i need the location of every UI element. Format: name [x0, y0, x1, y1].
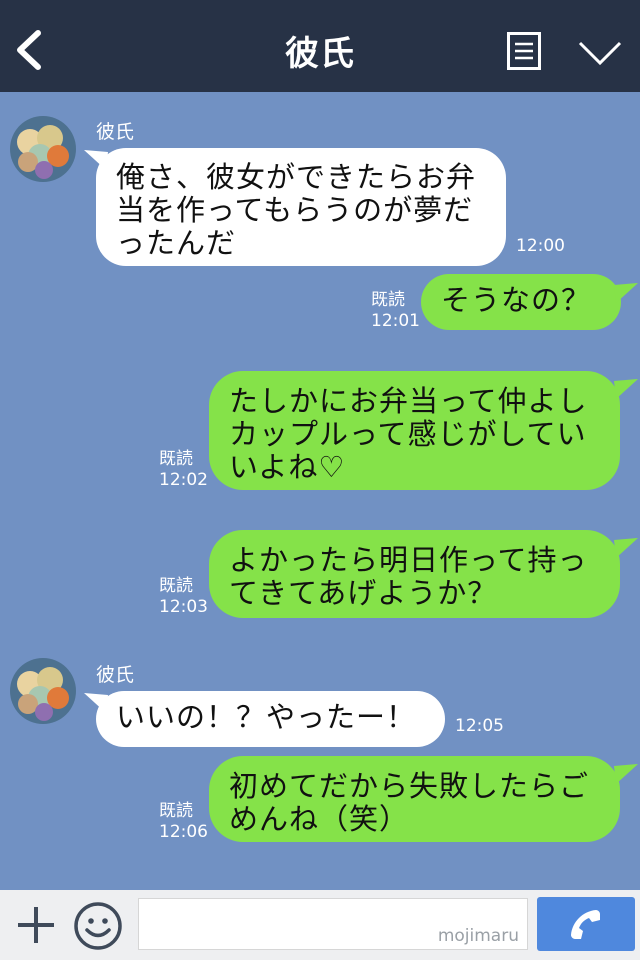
- call-button[interactable]: [537, 897, 635, 951]
- message-time: 12:01: [371, 311, 420, 331]
- read-receipt: 既読: [159, 801, 193, 821]
- sender-name: 彼氏: [96, 664, 135, 686]
- balloons-icon: [17, 667, 69, 721]
- message-time: 12:05: [455, 716, 504, 736]
- menu-icon[interactable]: [507, 32, 541, 70]
- sender-name: 彼氏: [96, 121, 135, 143]
- plus-icon[interactable]: [16, 905, 56, 945]
- message-meta: 既読 12:06: [159, 801, 208, 843]
- message-time: 12:02: [159, 470, 208, 490]
- message-input[interactable]: mojimaru: [138, 898, 528, 950]
- message-time: 12:06: [159, 822, 208, 842]
- bubble-tail: [614, 283, 638, 303]
- message-bubble[interactable]: いいの！？やったー！: [96, 691, 445, 747]
- avatar[interactable]: [10, 658, 76, 724]
- message-bubble[interactable]: たしかにお弁当って仲よし カップルって感じがしてい いよね♡: [209, 371, 620, 490]
- chat-header: 彼氏: [0, 0, 640, 92]
- smile-icon[interactable]: [73, 901, 123, 951]
- message-time: 12:00: [516, 236, 565, 256]
- watermark: mojimaru: [437, 926, 519, 946]
- read-receipt: 既読: [159, 449, 193, 469]
- read-receipt: 既読: [159, 576, 193, 596]
- avatar[interactable]: [10, 116, 76, 182]
- chat-title: 彼氏: [285, 34, 355, 74]
- message-time: 12:03: [159, 597, 208, 617]
- message-bubble[interactable]: そうなの？: [421, 274, 621, 330]
- message-bubble[interactable]: 俺さ、彼女ができたらお弁 当を作ってもらうのが夢だ ったんだ: [96, 148, 506, 266]
- message-bubble[interactable]: よかったら明日作って持っ てきてあげようか？: [209, 530, 620, 618]
- balloons-icon: [17, 125, 69, 179]
- message-meta: 既読 12:01: [371, 290, 420, 332]
- read-receipt: 既読: [371, 290, 405, 310]
- bubble-tail: [614, 538, 638, 558]
- bubble-tail: [614, 379, 638, 399]
- chevron-down-icon[interactable]: [578, 40, 622, 66]
- message-meta: 既読 12:03: [159, 576, 208, 618]
- message-bubble[interactable]: 初めてだから失敗したらご めんね（笑）: [209, 756, 620, 842]
- phone-icon: [571, 910, 600, 939]
- bubble-tail: [614, 764, 638, 784]
- message-meta: 既読 12:02: [159, 449, 208, 491]
